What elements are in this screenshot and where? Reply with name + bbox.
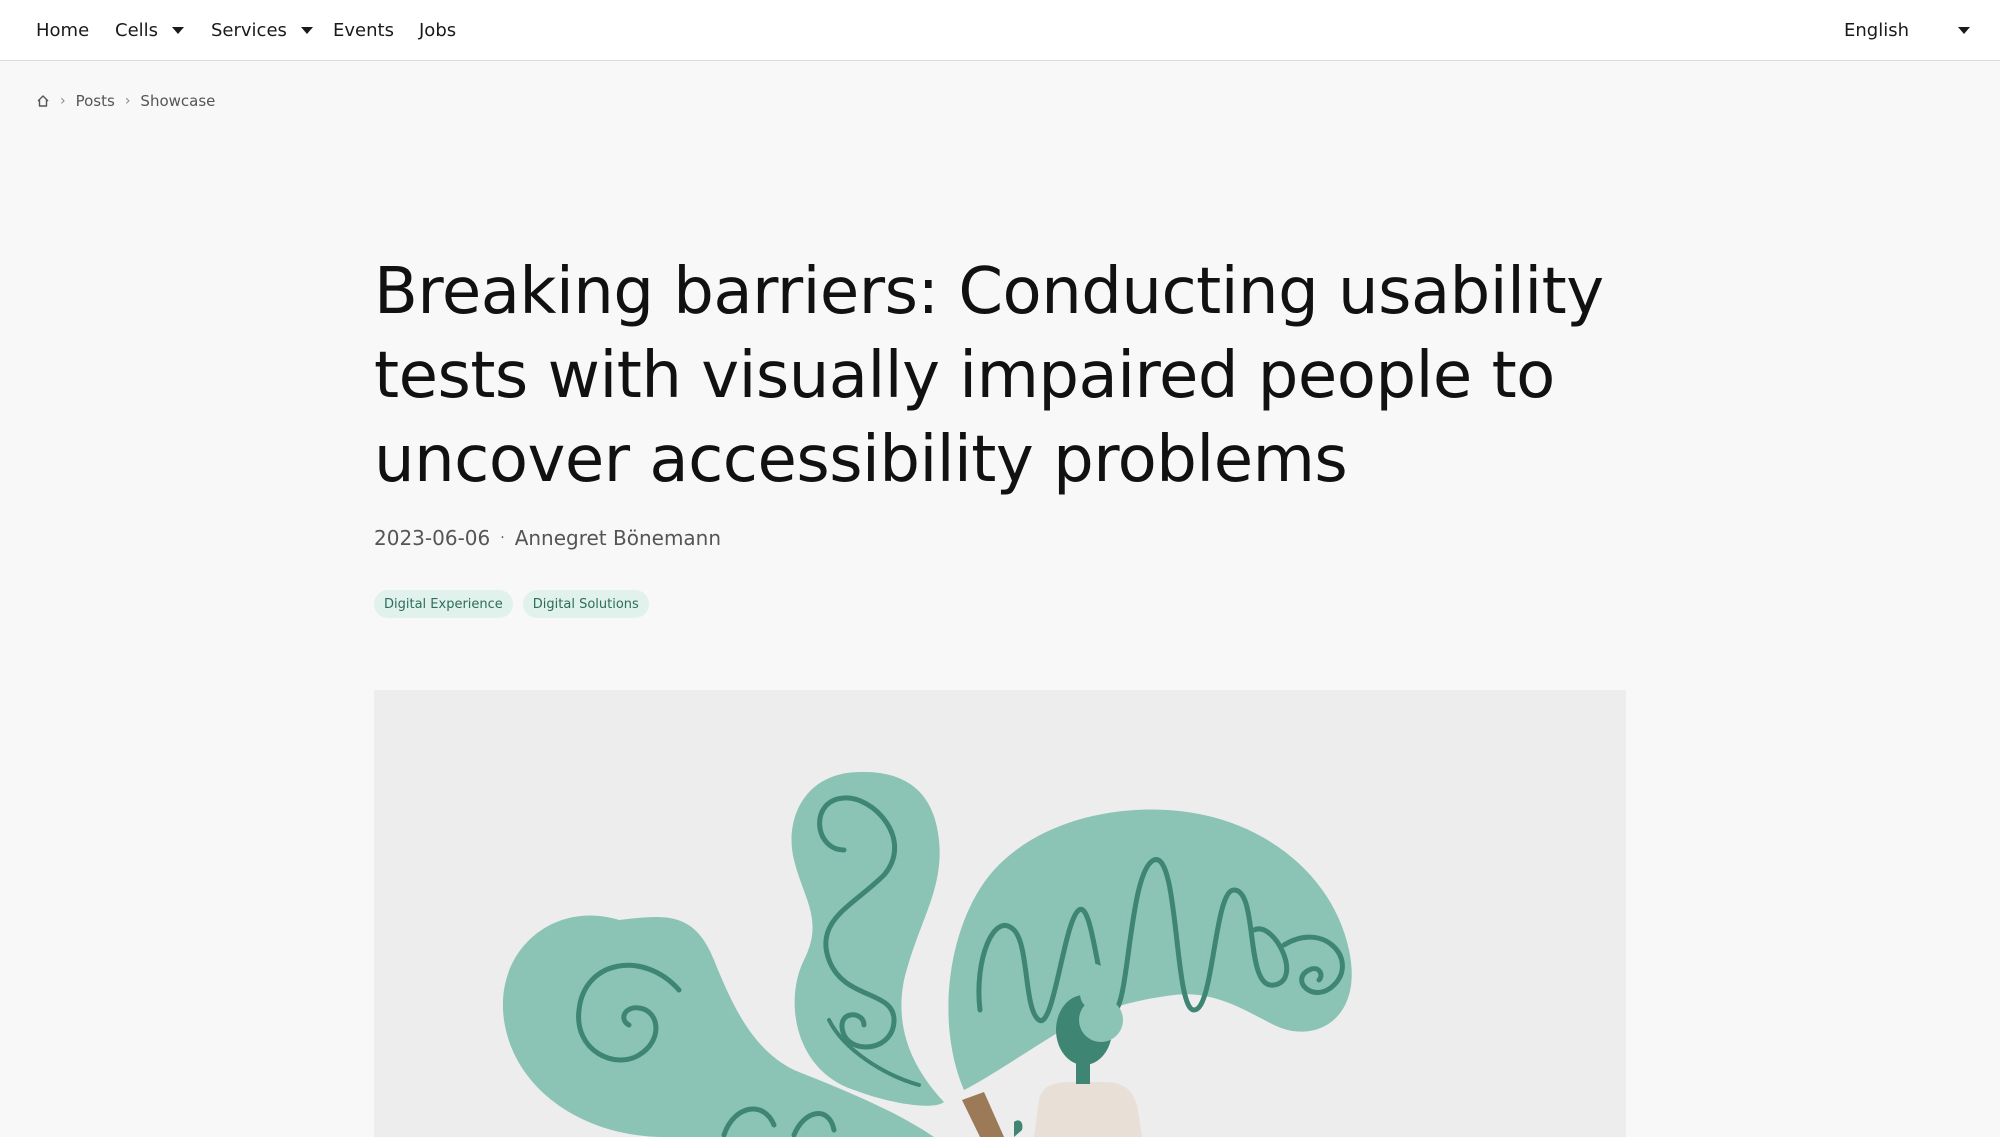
nav-jobs[interactable]: Jobs <box>419 0 456 60</box>
nav-home[interactable]: Home <box>36 0 89 60</box>
nav-services[interactable]: Services <box>211 0 313 60</box>
illustration-thought-bubbles <box>502 771 1352 1137</box>
nav-events-label: Events <box>333 19 394 41</box>
chevron-right-icon: › <box>124 93 131 109</box>
tag-list: Digital Experience Digital Solutions <box>374 590 649 618</box>
article-title: Breaking barriers: Conducting usability … <box>374 255 1604 497</box>
language-label: English <box>1844 19 1909 41</box>
caret-down-icon <box>1958 27 1970 34</box>
tag-digital-experience[interactable]: Digital Experience <box>374 590 513 618</box>
breadcrumb-posts[interactable]: Posts <box>76 92 115 110</box>
nav-home-label: Home <box>36 19 90 41</box>
article-date: 2023-06-06 <box>374 526 491 550</box>
home-icon[interactable] <box>36 94 50 108</box>
breadcrumb: › Posts › Showcase <box>36 90 215 112</box>
chevron-right-icon: › <box>60 93 66 109</box>
language-select[interactable]: English <box>1844 0 1974 60</box>
breadcrumb-showcase: Showcase <box>140 92 216 110</box>
nav-jobs-label: Jobs <box>419 19 457 41</box>
hero-illustration <box>374 690 1626 1137</box>
tag-digital-solutions[interactable]: Digital Solutions <box>522 590 649 618</box>
article-author[interactable]: Annegret Bönemann <box>515 526 721 550</box>
nav-cells-label: Cells <box>115 19 159 41</box>
nav-services-label: Services <box>211 19 287 41</box>
meta-separator: · <box>500 530 505 546</box>
nav-cells[interactable]: Cells <box>115 0 185 60</box>
caret-down-icon <box>172 26 185 34</box>
article-meta: 2023-06-06 · Annegret Bönemann <box>374 526 721 550</box>
caret-down-icon <box>300 26 313 34</box>
nav-events[interactable]: Events <box>333 0 394 60</box>
top-navigation: Home Cells Services Events Jobs English <box>0 0 2000 61</box>
